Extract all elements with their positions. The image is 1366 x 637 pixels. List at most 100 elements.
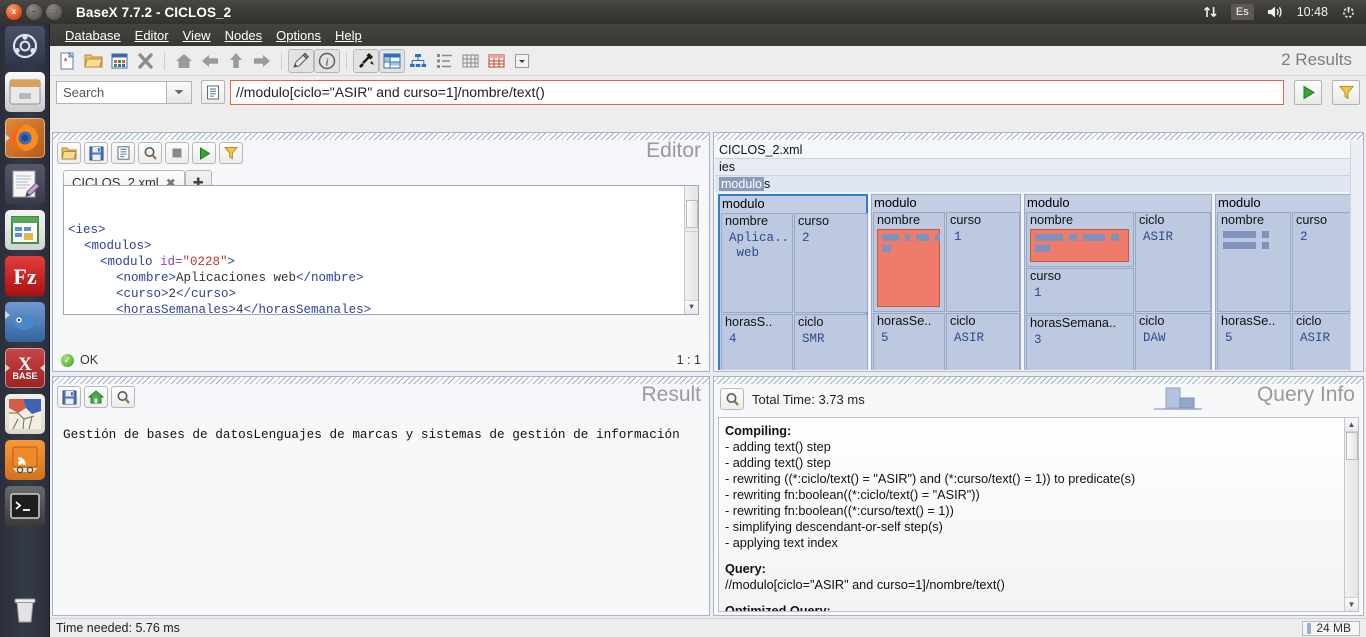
keyboard-layout-indicator[interactable]: Es (1230, 4, 1254, 20)
menu-item-help[interactable]: Help (328, 26, 369, 45)
xquery-input[interactable]: //modulo[ciclo="ASIR" and curso=1]/nombr… (230, 79, 1284, 105)
network-icon[interactable] (1203, 5, 1218, 19)
memory-indicator[interactable]: 24 MB (1302, 620, 1360, 636)
menu-item-nodes[interactable]: Nodes (218, 26, 270, 45)
search-dropdown-button[interactable] (166, 80, 192, 104)
editor-code-area[interactable]: <ies> <modulos> <modulo id="0228"> <nombre>… (63, 185, 699, 315)
treemap-cell[interactable]: horasSe.. 5 (873, 313, 945, 370)
folder-view-icon[interactable] (431, 49, 457, 73)
treemap-cell-highlight[interactable] (877, 229, 940, 307)
power-gear-icon[interactable] (1341, 5, 1356, 20)
new-database-icon[interactable]: * (54, 49, 80, 73)
query-info-scrollbar[interactable]: ▲ ▼ (1344, 418, 1358, 611)
treemap-cell[interactable]: horasSemana.. 3 (1026, 315, 1134, 370)
more-views-icon[interactable] (509, 49, 535, 73)
launcher-item-trash[interactable] (5, 590, 45, 630)
menu-item-editor[interactable]: Editor (128, 26, 176, 45)
treemap-cell[interactable]: curso 1 (1026, 268, 1134, 314)
edit-icon[interactable] (288, 48, 314, 73)
go-home-icon[interactable] (171, 49, 197, 73)
table-view-icon[interactable] (379, 48, 405, 73)
scrollbar-thumb[interactable] (1346, 432, 1358, 460)
panel-drag-handle[interactable] (53, 377, 709, 384)
treemap-cell[interactable]: ciclo SMR (794, 314, 868, 370)
find-icon[interactable] (138, 142, 162, 164)
filter-icon[interactable] (219, 142, 243, 164)
treemap-cell[interactable]: nombre (1026, 212, 1134, 267)
treemap-cell[interactable]: curso 2 (794, 213, 868, 313)
treemap-module[interactable]: modulo nombre curso 2 horasSe.. 5 ciclo ASIR (1215, 194, 1362, 370)
treemap-modulos-node[interactable]: modulo s (715, 175, 1362, 192)
treemap-cell[interactable]: ciclo ASIR (1135, 212, 1211, 312)
menu-item-database[interactable]: Database (58, 26, 128, 45)
launcher-item-feed-reader[interactable] (5, 440, 45, 480)
go-back-icon[interactable] (197, 49, 223, 73)
treemap-area[interactable]: CICLOS_2.xml ies modulo s modulo nombre Apl… (715, 141, 1362, 370)
launcher-item-terminal[interactable] (5, 486, 45, 526)
search-history-button[interactable] (201, 80, 225, 104)
run-query-button[interactable] (1294, 79, 1322, 105)
query-info-text[interactable]: Compiling: - adding text() step - adding t… (718, 417, 1359, 612)
find-icon[interactable] (111, 386, 135, 408)
treemap-module[interactable]: modulo nombre Aplica.. web curso 2 horasS.. 4 c… (718, 194, 868, 370)
menu-item-view[interactable]: View (176, 26, 218, 45)
open-database-icon[interactable] (80, 49, 106, 73)
treemap-cell[interactable]: horasSe.. 5 (1217, 313, 1291, 370)
launcher-item-basex[interactable]: X BASE (5, 348, 45, 388)
info-icon[interactable]: i (314, 48, 340, 73)
save-icon[interactable] (57, 386, 81, 408)
launcher-item-text-editor[interactable] (5, 164, 45, 204)
treemap-cell-highlight[interactable] (1030, 229, 1129, 262)
panel-drag-handle[interactable] (53, 133, 709, 140)
home-icon[interactable] (84, 386, 108, 408)
explore-view-icon[interactable] (457, 49, 483, 73)
map-view-icon[interactable] (483, 49, 509, 73)
code-token: 4 (236, 303, 244, 315)
go-forward-icon[interactable] (249, 49, 275, 73)
scroll-down-arrow-icon[interactable]: ▼ (1345, 597, 1358, 611)
find-icon[interactable] (720, 388, 744, 410)
launcher-item-ubuntu-dash[interactable] (5, 26, 45, 66)
scroll-up-arrow-icon[interactable]: ▲ (1345, 418, 1358, 432)
close-database-icon[interactable] (132, 49, 158, 73)
database-properties-icon[interactable] (106, 49, 132, 73)
launcher-item-firefox[interactable] (5, 118, 45, 158)
treemap-cell[interactable]: ciclo DAW (1135, 313, 1211, 370)
treemap-root-node[interactable]: ies (715, 158, 1362, 175)
treemap-module[interactable]: modulo nombre ciclo ASIR curso 1 ciclo DAW horas… (1024, 194, 1212, 370)
treemap-cell[interactable]: nombre (1217, 212, 1291, 312)
launcher-item-files[interactable] (5, 72, 45, 112)
window-maximize-button[interactable]: □ (46, 4, 62, 20)
volume-icon[interactable] (1267, 5, 1284, 19)
tree-view-icon[interactable] (405, 49, 431, 73)
editor-scrollbar[interactable]: ▲ ▼ (684, 186, 698, 314)
treemap-module[interactable]: modulo nombre curso 1 horasSe.. 5 ciclo ASIR (871, 194, 1021, 370)
treemap-cell[interactable]: ciclo ASIR (946, 313, 1020, 370)
filter-results-button[interactable] (1332, 79, 1360, 105)
clock[interactable]: 10:48 (1297, 5, 1328, 19)
query-icon[interactable] (353, 48, 379, 73)
history-icon[interactable] (111, 142, 135, 164)
window-controls: x – □ (6, 4, 62, 20)
open-file-icon[interactable] (57, 142, 81, 164)
window-close-button[interactable]: x (6, 4, 22, 20)
treemap-cell[interactable]: horasS.. 4 (721, 314, 793, 370)
launcher-item-map-app[interactable] (5, 394, 45, 434)
launcher-item-bluefish[interactable] (5, 302, 45, 342)
scroll-down-arrow-icon[interactable]: ▼ (685, 300, 698, 314)
treemap-cell[interactable]: nombre Aplica.. web (721, 213, 793, 313)
treemap-cell[interactable]: curso 1 (946, 212, 1020, 312)
menu-item-options[interactable]: Options (269, 26, 328, 45)
panel-drag-handle[interactable] (714, 133, 1363, 140)
window-minimize-button[interactable]: – (26, 4, 42, 20)
scrollbar-thumb[interactable] (686, 200, 698, 228)
run-icon[interactable] (192, 142, 216, 164)
stop-icon[interactable] (165, 142, 189, 164)
go-up-icon[interactable] (223, 49, 249, 73)
launcher-item-filezilla[interactable]: Fz (5, 256, 45, 296)
launcher-item-libreoffice-calc[interactable] (5, 210, 45, 250)
search-input[interactable]: Search (56, 80, 166, 104)
treemap-scrollbar[interactable] (1350, 141, 1363, 371)
save-file-icon[interactable] (84, 142, 108, 164)
treemap-cell[interactable]: nombre (873, 212, 945, 312)
